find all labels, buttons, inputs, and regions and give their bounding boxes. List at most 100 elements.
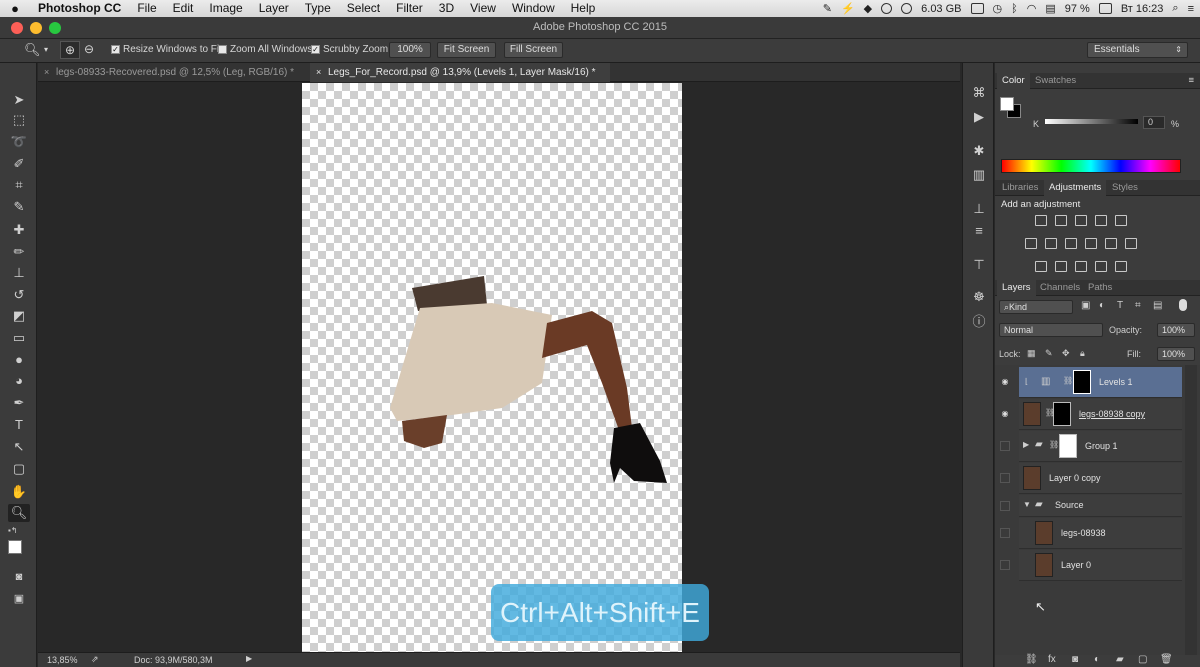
- delete-layer-icon[interactable]: 🗑︎: [1160, 654, 1173, 665]
- black-white-icon[interactable]: [1065, 238, 1077, 249]
- lock-transparent-icon[interactable]: ▦: [1027, 348, 1036, 359]
- battery-percent[interactable]: 97 %: [1065, 3, 1090, 15]
- clone-source-icon[interactable]: ⊥: [971, 201, 987, 217]
- layer-row-source-group[interactable]: ▼ ▰ Source: [1019, 495, 1182, 517]
- new-group-icon[interactable]: ▰: [1116, 654, 1124, 665]
- tab-color[interactable]: Color: [997, 73, 1030, 89]
- new-layer-icon[interactable]: ▢: [1138, 654, 1147, 665]
- lock-pixels-icon[interactable]: ✎: [1045, 348, 1053, 359]
- add-mask-icon[interactable]: ◙: [1072, 654, 1078, 665]
- properties-icon[interactable]: ≡: [971, 223, 987, 239]
- menu-filter[interactable]: Filter: [388, 0, 431, 17]
- visibility-toggle[interactable]: [1000, 473, 1010, 483]
- menu-edit[interactable]: Edit: [165, 0, 202, 17]
- foreground-color-swatch[interactable]: [8, 540, 22, 554]
- layer-thumbnail[interactable]: [1023, 402, 1041, 426]
- workspace-switcher[interactable]: Essentials ⇕: [1087, 42, 1188, 58]
- tab-layers[interactable]: Layers: [997, 280, 1036, 296]
- move-tool-icon[interactable]: ➤: [8, 91, 30, 109]
- layers-scrollbar[interactable]: [1185, 365, 1197, 655]
- share-icon[interactable]: ⇗: [91, 654, 99, 665]
- menu-file[interactable]: File: [129, 0, 164, 17]
- pen-tool-icon[interactable]: ✒: [8, 394, 30, 412]
- battery-icon[interactable]: [1098, 3, 1112, 14]
- quick-mask-icon[interactable]: ◙: [8, 568, 30, 586]
- expand-arrow-icon[interactable]: ▶: [1023, 440, 1029, 449]
- zoom-in-icon[interactable]: ⊕: [60, 41, 80, 59]
- visibility-eye-icon[interactable]: ◉: [1000, 377, 1010, 387]
- lock-all-icon[interactable]: 🔒︎: [1080, 348, 1085, 359]
- disk-icon[interactable]: [881, 3, 893, 14]
- visibility-toggle[interactable]: [1000, 441, 1010, 451]
- status-menu-arrow-icon[interactable]: ▶: [246, 654, 252, 663]
- screen-mode-icon[interactable]: ▣: [8, 590, 30, 608]
- layer-filter-kind[interactable]: ⌕Kind: [999, 300, 1073, 314]
- tab-libraries[interactable]: Libraries: [997, 180, 1043, 196]
- color-spectrum[interactable]: [1001, 159, 1181, 173]
- history-brush-tool-icon[interactable]: ↺: [8, 286, 30, 304]
- hue-saturation-icon[interactable]: [1025, 238, 1037, 249]
- time-machine-icon[interactable]: ◷: [993, 2, 1003, 15]
- layer-row-layer-0-copy[interactable]: Layer 0 copy: [1019, 463, 1182, 494]
- quick-selection-tool-icon[interactable]: ✐: [8, 155, 30, 173]
- layer-name[interactable]: Layer 0: [1061, 560, 1091, 570]
- filter-smart-object-icon[interactable]: ▤: [1153, 300, 1162, 311]
- menu-app-name[interactable]: Photoshop CC: [30, 0, 129, 17]
- filter-toggle[interactable]: [1179, 299, 1187, 311]
- zoom-100-button[interactable]: 100%: [389, 42, 431, 58]
- paragraph-icon[interactable]: ☸: [971, 289, 987, 305]
- gradient-tool-icon[interactable]: ▭: [8, 329, 30, 347]
- display-icon[interactable]: [970, 3, 984, 14]
- history-icon[interactable]: ⌘: [971, 85, 987, 101]
- layer-thumbnail[interactable]: [1035, 553, 1053, 577]
- rectangle-tool-icon[interactable]: ▢: [8, 460, 30, 478]
- tab-styles[interactable]: Styles: [1107, 180, 1143, 196]
- zoom-tool-preset-icon[interactable]: 🔍︎: [24, 42, 41, 58]
- layer-mask-thumbnail[interactable]: [1073, 370, 1091, 394]
- layer-name[interactable]: Source: [1055, 500, 1084, 510]
- filter-shape-icon[interactable]: ⌗: [1135, 300, 1141, 311]
- layer-name[interactable]: legs-08938 copy: [1079, 409, 1145, 419]
- clock[interactable]: Вт 16:23: [1121, 3, 1164, 15]
- layer-name[interactable]: Levels 1: [1099, 377, 1133, 387]
- filter-adjustment-icon[interactable]: ◐: [1099, 300, 1105, 311]
- layer-row-levels-1[interactable]: ⌊ ▥ ⛓ Levels 1: [1019, 367, 1182, 398]
- layer-thumbnail[interactable]: [1023, 466, 1041, 490]
- flag-icon[interactable]: ▤: [1045, 2, 1055, 15]
- vibrance-icon[interactable]: [1115, 215, 1127, 226]
- spotlight-search-icon[interactable]: ⌕: [1172, 2, 1178, 15]
- layer-row-layer-0[interactable]: Layer 0: [1019, 550, 1182, 581]
- menu-help[interactable]: Help: [563, 0, 604, 17]
- type-tool-icon[interactable]: T: [8, 416, 30, 434]
- notification-list-icon[interactable]: ≡: [1188, 3, 1194, 15]
- tab-swatches[interactable]: Swatches: [1030, 73, 1081, 89]
- extension-icon[interactable]: ✎: [823, 2, 832, 15]
- layer-row-group-1[interactable]: ▶ ▰ ⛓ Group 1: [1019, 431, 1182, 462]
- preset-dropdown-icon[interactable]: ▾: [44, 45, 48, 54]
- visibility-eye-icon[interactable]: ◉: [1000, 409, 1010, 419]
- menu-view[interactable]: View: [462, 0, 504, 17]
- eyedropper-tool-icon[interactable]: ✎: [8, 198, 30, 216]
- dropbox-icon[interactable]: ◆: [864, 2, 872, 15]
- visibility-toggle[interactable]: [1000, 528, 1010, 538]
- brush-settings-icon[interactable]: ✱: [971, 143, 987, 159]
- curves-icon[interactable]: [1075, 215, 1087, 226]
- hand-tool-icon[interactable]: ✋: [8, 483, 30, 501]
- group-mask-thumbnail[interactable]: [1059, 434, 1077, 458]
- default-colors-icon[interactable]: ▪↰: [8, 526, 18, 535]
- lasso-tool-icon[interactable]: ➰: [8, 133, 30, 151]
- brush-presets-icon[interactable]: ▥: [971, 167, 987, 183]
- selective-color-icon[interactable]: [1095, 261, 1107, 272]
- threshold-icon[interactable]: [1075, 261, 1087, 272]
- k-value-input[interactable]: 0: [1143, 116, 1165, 129]
- menu-3d[interactable]: 3D: [431, 0, 462, 17]
- menu-window[interactable]: Window: [504, 0, 563, 17]
- k-slider[interactable]: [1045, 119, 1138, 124]
- clone-stamp-tool-icon[interactable]: ⊥: [8, 264, 30, 282]
- brightness-icon[interactable]: [1035, 215, 1047, 226]
- menu-image[interactable]: Image: [201, 0, 250, 17]
- wifi-icon[interactable]: ◠: [1027, 2, 1037, 15]
- brush-tool-icon[interactable]: ✏: [8, 243, 30, 261]
- fill-input[interactable]: 100%: [1157, 347, 1195, 361]
- layer-row-legs-08938[interactable]: legs-08938: [1019, 518, 1182, 549]
